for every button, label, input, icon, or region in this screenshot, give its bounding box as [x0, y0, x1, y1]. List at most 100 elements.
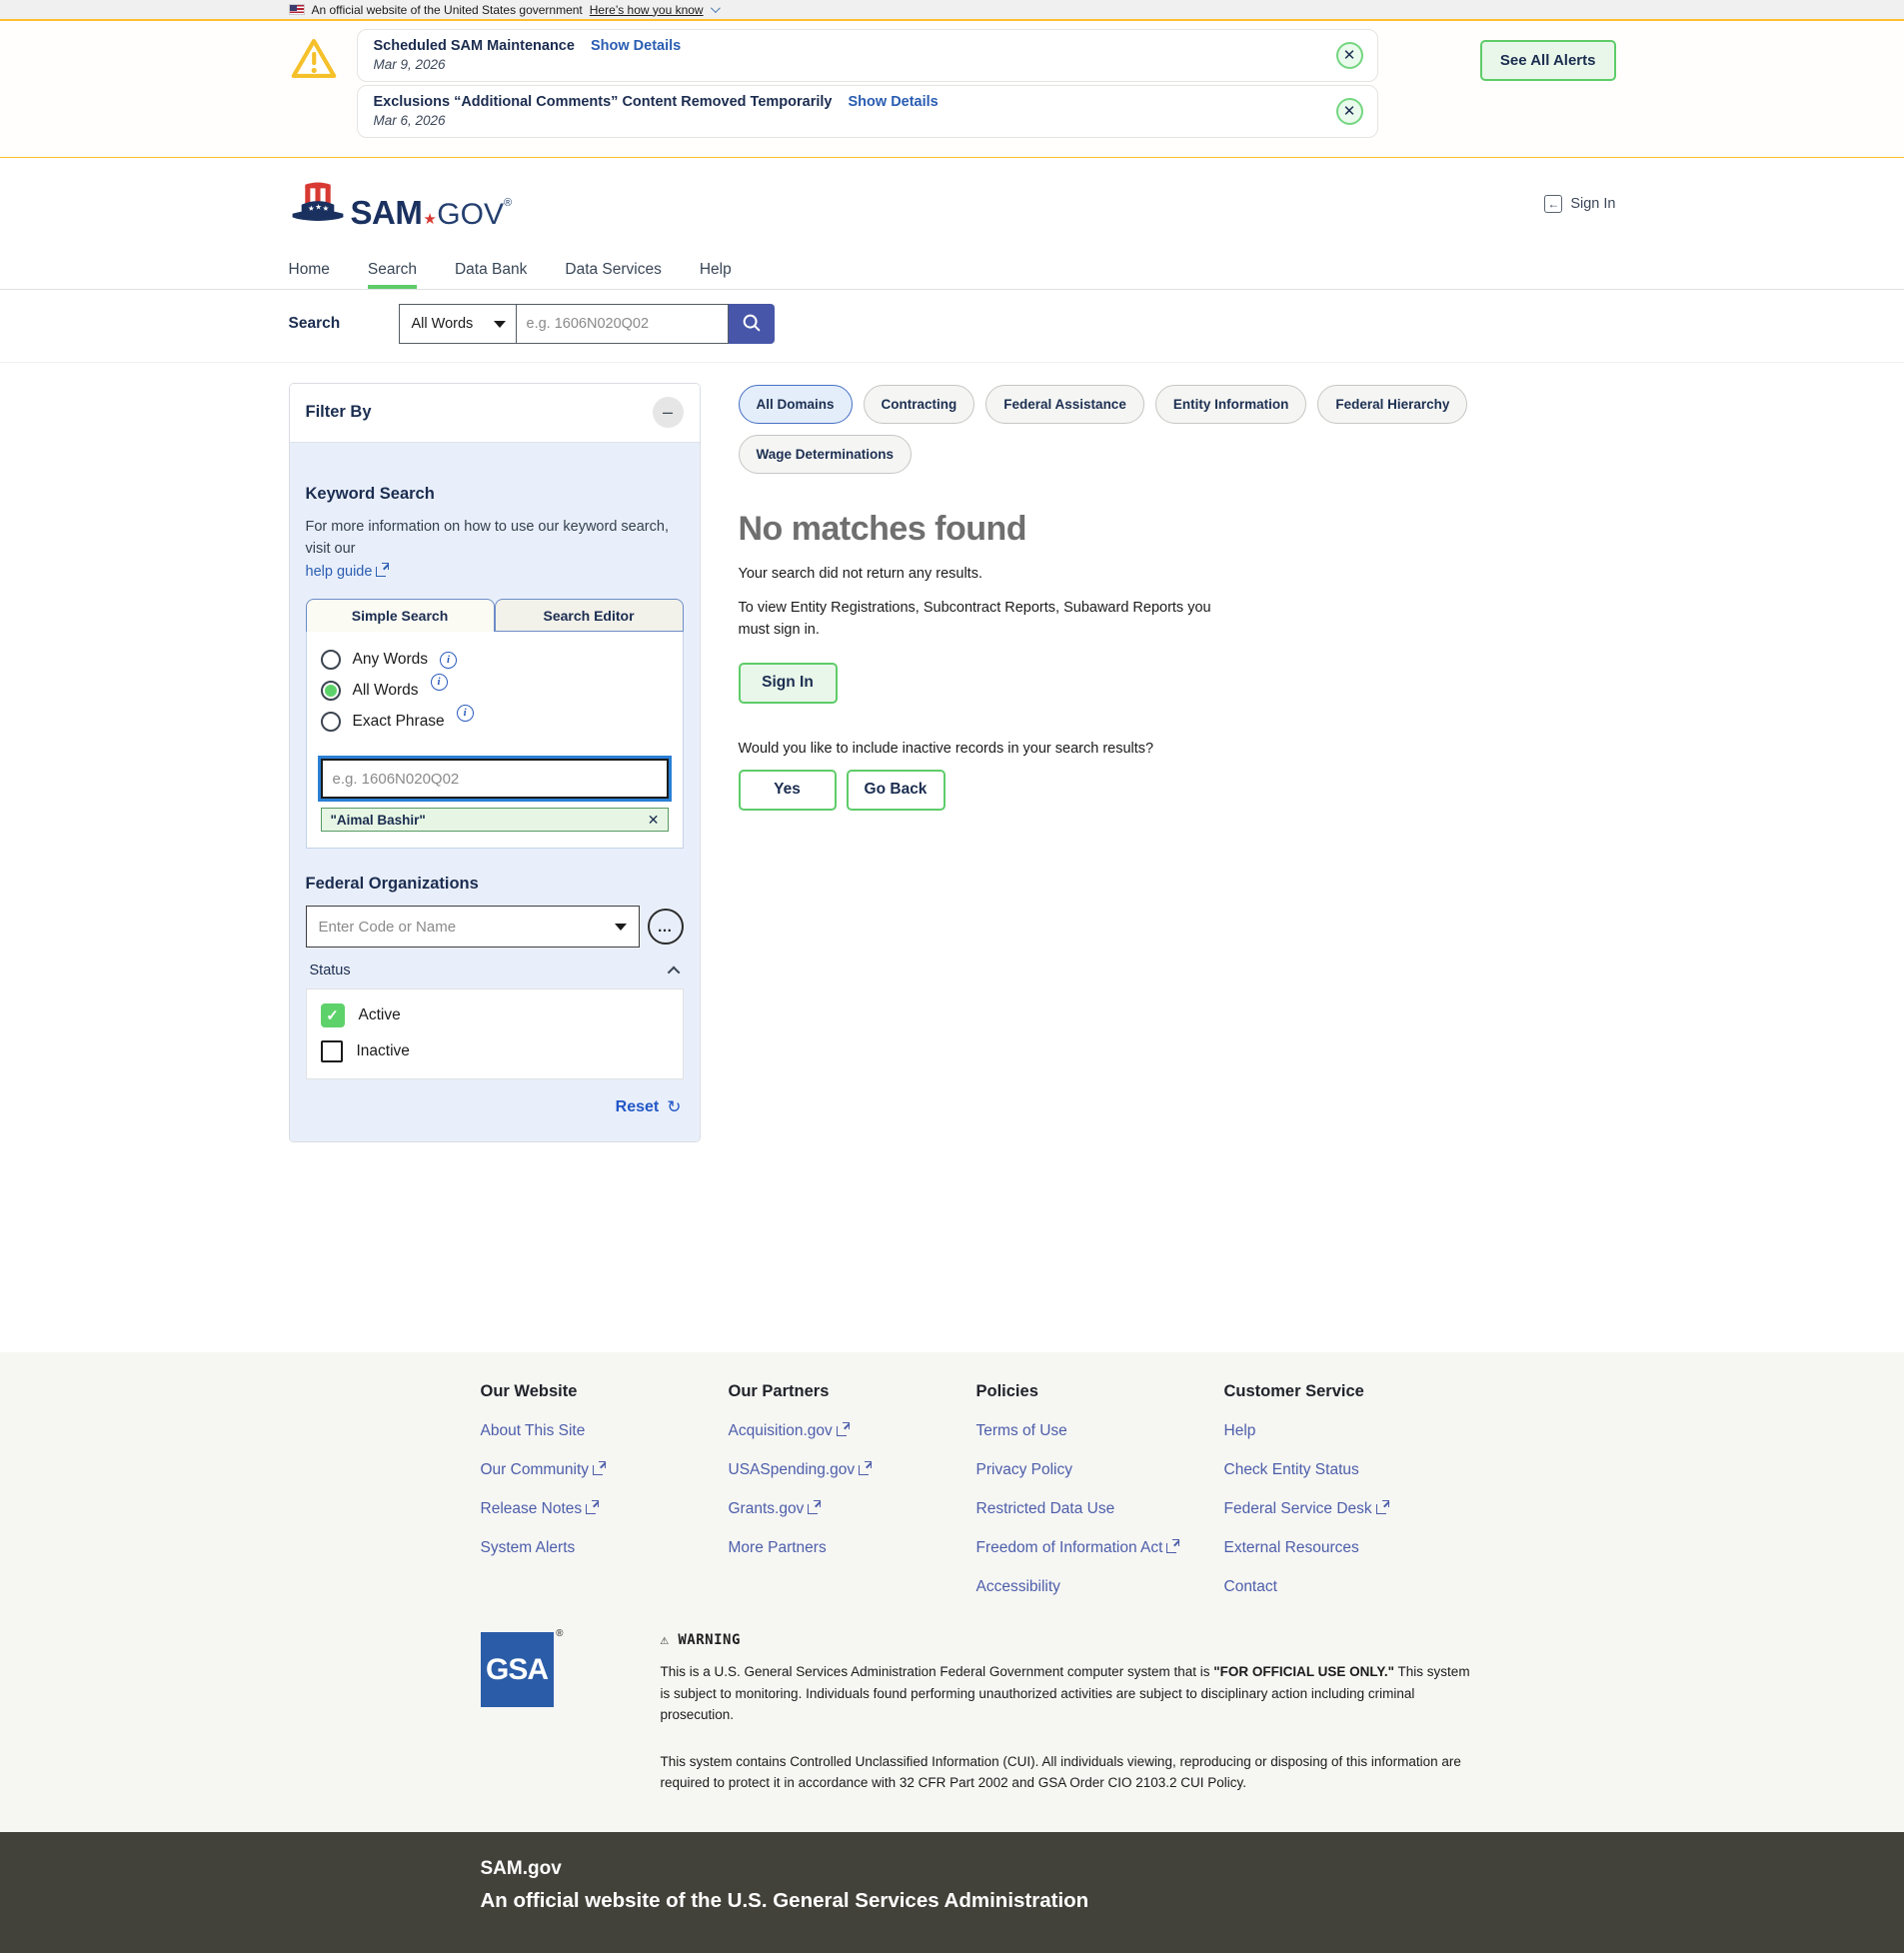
reset-link[interactable]: Reset	[616, 1098, 660, 1116]
search-input[interactable]	[516, 304, 729, 344]
refresh-icon: ↻	[667, 1097, 682, 1117]
footer-link-privacy-policy[interactable]: Privacy Policy	[976, 1461, 1224, 1479]
pill-wage-determinations[interactable]: Wage Determinations	[738, 435, 913, 474]
sign-in-button[interactable]: Sign In	[738, 662, 838, 704]
more-options-ellipsis-button[interactable]: …	[647, 909, 684, 946]
nav-item-data-services[interactable]: Data Services	[565, 250, 661, 289]
external-link-icon	[593, 1461, 607, 1475]
pill-all-domains[interactable]: All Domains	[738, 385, 853, 424]
pill-contracting[interactable]: Contracting	[863, 385, 975, 424]
footer-link-terms-of-use[interactable]: Terms of Use	[976, 1422, 1224, 1440]
radio-exact-phrase[interactable]	[320, 712, 341, 733]
pill-entity-information[interactable]: Entity Information	[1154, 385, 1307, 424]
keyword-chip: "Aimal Bashir" ✕	[320, 808, 669, 833]
footer-link-more-partners[interactable]: More Partners	[729, 1539, 976, 1557]
chevron-down-icon	[710, 3, 721, 14]
checkbox-active[interactable]: ✓	[320, 1003, 345, 1028]
no-matches-title: No matches found	[738, 510, 1027, 548]
footer-link-contact[interactable]: Contact	[1224, 1578, 1472, 1596]
close-icon[interactable]: ✕	[1335, 41, 1363, 69]
filter-by-title: Filter By	[305, 403, 372, 421]
search-mode-select[interactable]: All Words	[398, 304, 517, 344]
footer-link-system-alerts[interactable]: System Alerts	[481, 1539, 729, 1557]
collapse-minus-icon[interactable]: –	[652, 397, 684, 428]
footer-heading: Customer Service	[1223, 1382, 1364, 1400]
close-x-glyph: ✕	[1342, 46, 1356, 64]
footer-link-foia[interactable]: Freedom of Information Act	[976, 1539, 1224, 1557]
external-link-icon	[586, 1500, 600, 1514]
sign-in-label: Sign In	[1570, 196, 1616, 212]
footer-link-about-this-site[interactable]: About This Site	[481, 1422, 729, 1440]
nav-item-home[interactable]: Home	[289, 250, 330, 289]
radio-any-words[interactable]	[320, 650, 341, 671]
close-icon[interactable]: ✕	[1335, 97, 1363, 125]
footer-link-check-entity-status[interactable]: Check Entity Status	[1224, 1461, 1472, 1479]
external-link-icon	[859, 1461, 873, 1475]
info-icon[interactable]: i	[456, 704, 474, 722]
chip-remove-icon[interactable]: ✕	[648, 813, 660, 827]
footer-link-restricted-data-use[interactable]: Restricted Data Use	[976, 1500, 1224, 1518]
footer-link-external-resources[interactable]: External Resources	[1224, 1539, 1472, 1557]
caret-down-icon	[493, 320, 506, 328]
gsa-warning-band: GSA ® ⚠ WARNING This is a U.S. General S…	[0, 1622, 1904, 1832]
keyword-info-text: For more information on how to use our k…	[305, 519, 669, 580]
checkbox-active-label: Active	[358, 1006, 401, 1024]
info-icon[interactable]: i	[430, 673, 448, 691]
alert-show-details-link[interactable]: Show Details	[591, 38, 681, 54]
federal-org-combobox[interactable]: Enter Code or Name	[305, 906, 640, 949]
tab-search-editor[interactable]: Search Editor	[494, 599, 684, 633]
footer-link-our-community[interactable]: Our Community	[481, 1461, 729, 1479]
search-mode-value: All Words	[411, 316, 474, 332]
nav-item-search[interactable]: Search	[367, 250, 418, 289]
keyword-input[interactable]	[317, 756, 672, 803]
footer-link-acquisition-gov[interactable]: Acquisition.gov	[729, 1422, 976, 1440]
external-link-icon	[376, 562, 390, 577]
pill-federal-hierarchy[interactable]: Federal Hierarchy	[1317, 385, 1468, 424]
nav-item-help[interactable]: Help	[700, 250, 732, 289]
alert-title: Exclusions “Additional Comments” Content…	[373, 94, 833, 110]
sam-gov-logo[interactable]: ★ ★ ★ SAM★GOV®	[289, 179, 512, 230]
nav-item-data-bank[interactable]: Data Bank	[455, 250, 527, 289]
alert-title: Scheduled SAM Maintenance	[373, 38, 575, 54]
radio-all-words[interactable]	[320, 681, 341, 702]
tab-simple-search[interactable]: Simple Search	[305, 599, 495, 633]
alert-show-details-link[interactable]: Show Details	[849, 94, 939, 110]
footer-link-release-notes[interactable]: Release Notes	[481, 1500, 729, 1518]
banner-how-you-know-link[interactable]: Here’s how you know	[590, 3, 704, 17]
simple-search-content: Any Words i All Words i Exact Phrase i e…	[305, 632, 684, 850]
dark-footer: SAM.gov An official website of the U.S. …	[0, 1831, 1904, 1953]
pill-federal-assistance[interactable]: Federal Assistance	[985, 385, 1144, 424]
warning-paragraph-2: This system contains Controlled Unclassi…	[660, 1753, 1461, 1791]
footer-link-federal-service-desk[interactable]: Federal Service Desk	[1224, 1500, 1472, 1518]
external-link-icon	[836, 1422, 850, 1436]
external-link-icon	[1166, 1539, 1180, 1553]
site-header: ★ ★ ★ SAM★GOV® ← Sign In	[0, 158, 1904, 250]
logo-star-icon: ★	[423, 210, 437, 228]
keyword-tabs: Simple Search Search Editor	[305, 599, 684, 633]
help-guide-link[interactable]: help guide	[306, 564, 373, 580]
go-back-button[interactable]: Go Back	[846, 769, 946, 811]
info-icon[interactable]: i	[440, 651, 458, 669]
footer-link-help[interactable]: Help	[1224, 1422, 1472, 1440]
warning-paragraph-1: This is a U.S. General Services Administ…	[660, 1664, 1470, 1723]
checkbox-inactive[interactable]	[320, 1040, 343, 1063]
warning-block: ⚠ WARNING This is a U.S. General Service…	[661, 1632, 1478, 1794]
sign-in-link[interactable]: ← Sign In	[1544, 195, 1616, 213]
warning-triangle-icon	[291, 37, 337, 85]
footer-col-our-partners: Our Partners Acquisition.gov USASpending…	[729, 1382, 976, 1596]
search-submit-button[interactable]	[728, 304, 775, 344]
see-all-alerts-button[interactable]: See All Alerts	[1479, 40, 1616, 81]
warning-title: ⚠ WARNING	[660, 1632, 741, 1648]
alert-card: Exclusions “Additional Comments” Content…	[356, 85, 1378, 138]
gsa-registered-mark: ®	[556, 1628, 563, 1639]
footer-link-grants-gov[interactable]: Grants.gov	[729, 1500, 976, 1518]
yes-button[interactable]: Yes	[738, 769, 837, 811]
site-footer: Our Website About This Site Our Communit…	[0, 1352, 1904, 1953]
federal-organizations-heading: Federal Organizations	[305, 875, 479, 894]
chevron-up-icon[interactable]	[667, 966, 680, 979]
search-icon	[741, 312, 763, 337]
footer-link-usaspending-gov[interactable]: USASpending.gov	[729, 1461, 976, 1479]
close-x-glyph: ✕	[1342, 102, 1356, 120]
footer-link-accessibility[interactable]: Accessibility	[976, 1578, 1224, 1596]
keyword-search-heading: Keyword Search	[305, 485, 435, 503]
